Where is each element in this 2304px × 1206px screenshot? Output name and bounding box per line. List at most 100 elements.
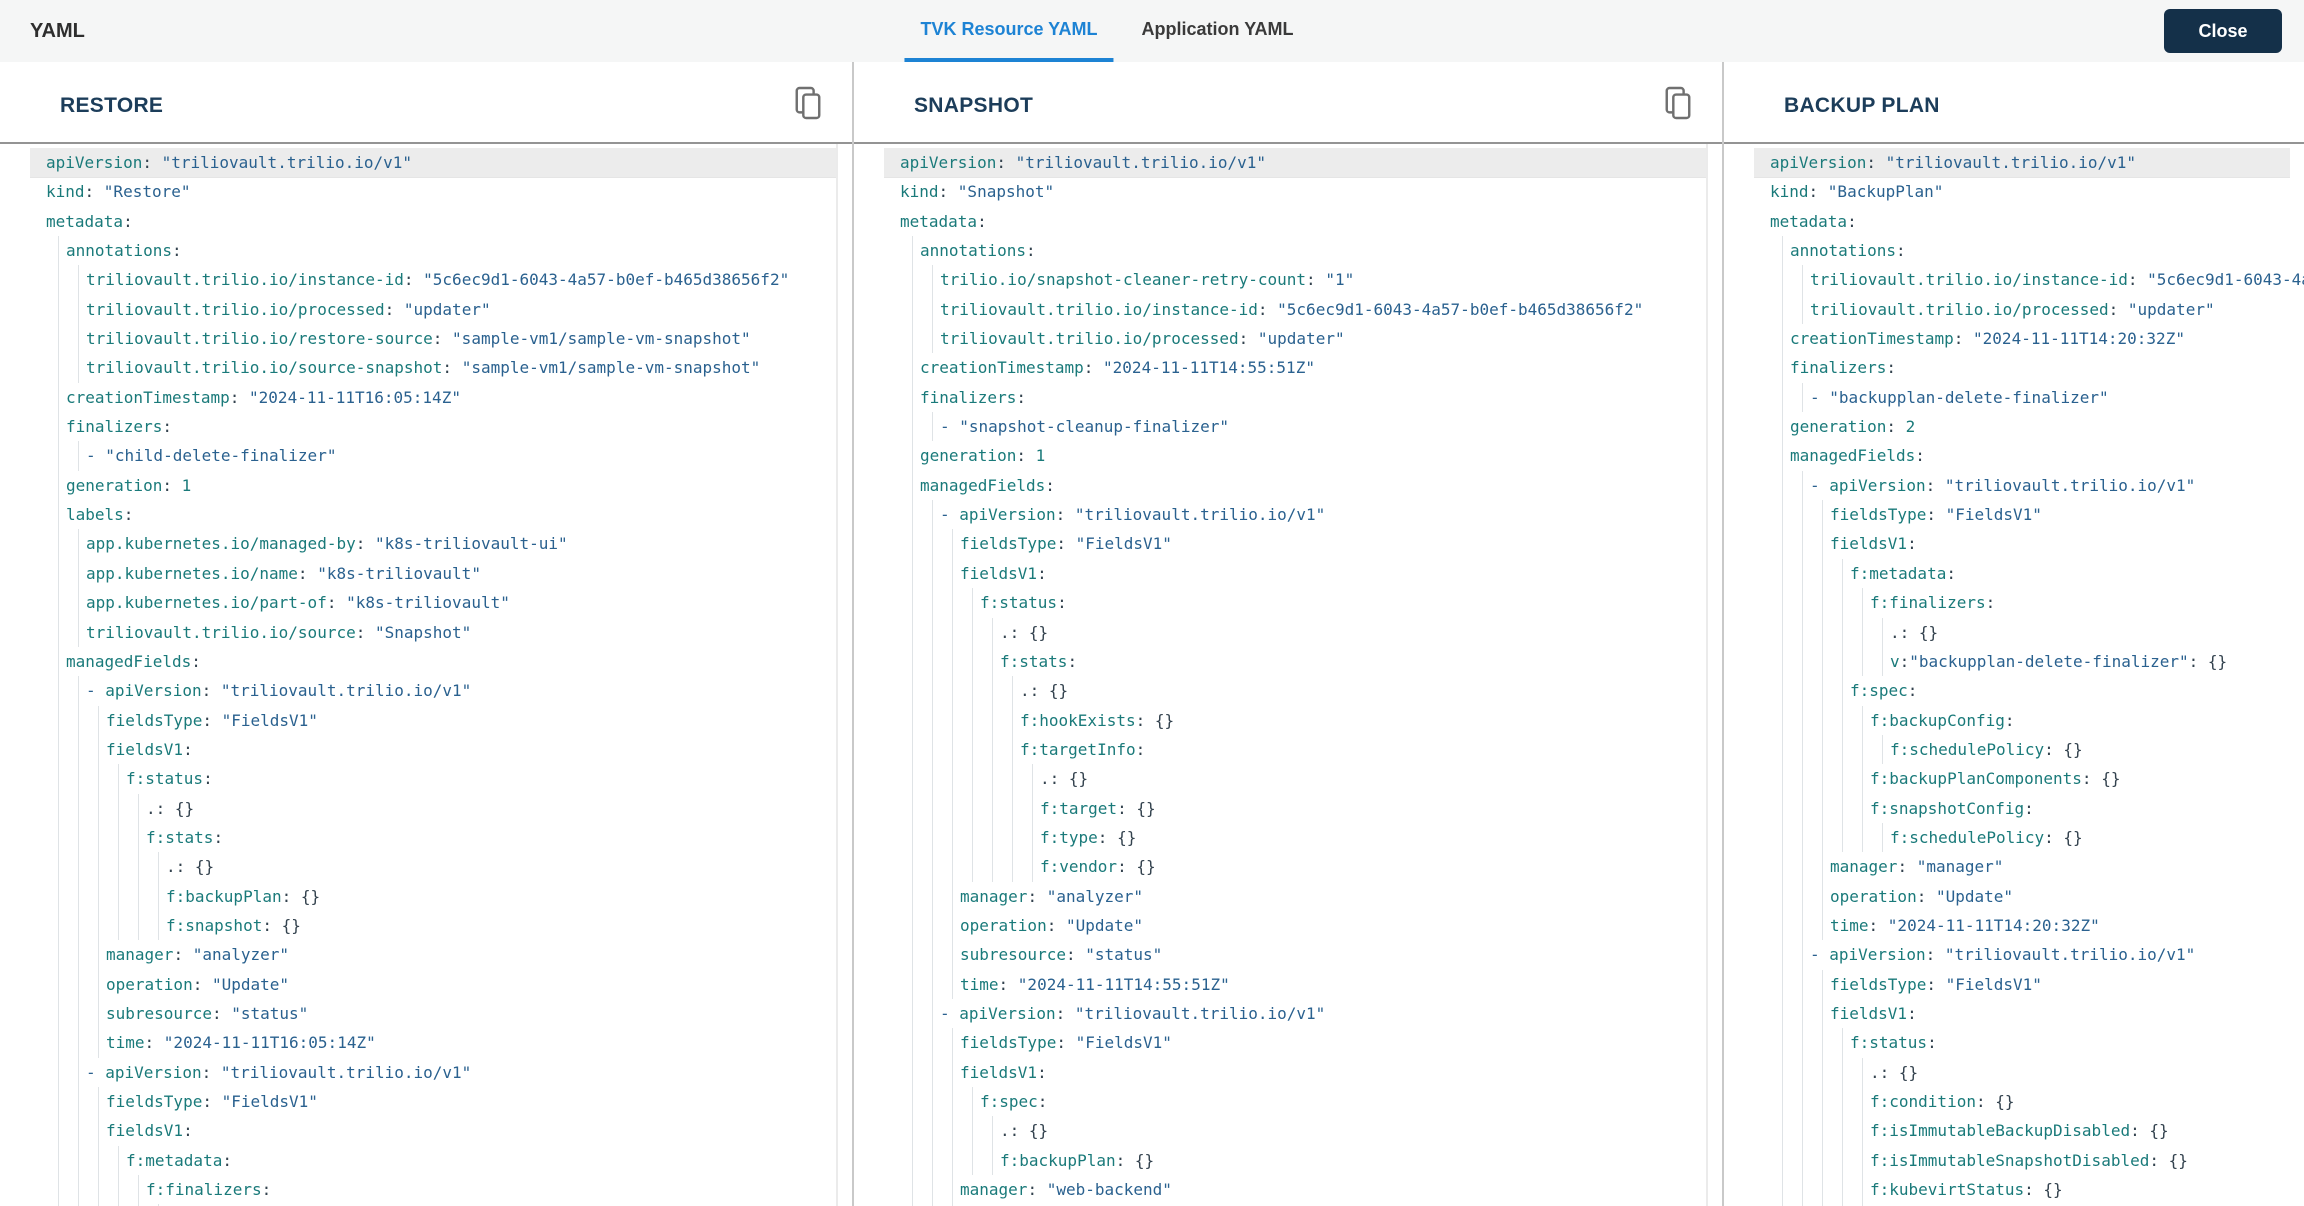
indent-guide [960, 764, 980, 794]
indent-guide [66, 764, 86, 794]
indent-guide [1770, 998, 1790, 1029]
yaml-line: f:vendor: {} [884, 852, 1708, 882]
yaml-line: fieldsV1: [1754, 998, 2290, 1029]
indent-guide [1000, 822, 1020, 853]
indent-guide [1770, 764, 1790, 794]
indent-guide [86, 822, 106, 853]
indent-guide [106, 910, 126, 941]
indent-guide [86, 910, 106, 941]
indent-guide [920, 998, 940, 1029]
indent-guide [1770, 910, 1790, 941]
indent-guide [1790, 734, 1810, 765]
yaml-line: .: {} [884, 676, 1708, 706]
indent-guide [1810, 764, 1830, 794]
indent-guide [46, 764, 66, 794]
indent-guide [1770, 500, 1790, 530]
indent-guide [46, 588, 66, 618]
scrollbar-track[interactable] [836, 144, 838, 1206]
indent-guide [1850, 1116, 1870, 1146]
yaml-line: - "backupplan-delete-finalizer" [1754, 382, 2290, 413]
yaml-line: f:status: [30, 764, 838, 794]
indent-guide [1000, 793, 1020, 823]
yaml-line: f:stats: [30, 822, 838, 853]
tab-group: TVK Resource YAML Application YAML [904, 0, 1309, 62]
indent-guide [1850, 1145, 1870, 1176]
indent-guide [86, 705, 106, 735]
indent-guide [1850, 764, 1870, 794]
yaml-content-restore[interactable]: apiVersion: "triliovault.trilio.io/v1" ki… [0, 144, 852, 1206]
indent-guide [1850, 1087, 1870, 1117]
yaml-line: finalizers: [884, 382, 1708, 413]
indent-guide [920, 969, 940, 999]
yaml-line: fieldsV1: [884, 1057, 1708, 1087]
panel-snapshot: SNAPSHOT apiVersion: "triliovault.trilio.… [854, 62, 1722, 1206]
indent-guide [66, 969, 86, 999]
indent-guide [46, 1028, 66, 1058]
yaml-content-backup-plan[interactable]: apiVersion: "triliovault.trilio.io/v1" ki… [1724, 144, 2304, 1206]
yaml-line: fieldsType: "FieldsV1" [1754, 969, 2290, 999]
tab-tvk-resource-yaml[interactable]: TVK Resource YAML [904, 0, 1114, 62]
indent-guide [1770, 412, 1790, 442]
yaml-lines: apiVersion: "triliovault.trilio.io/v1" ki… [1754, 144, 2304, 1206]
yaml-line: f:backupPlan: {} [30, 881, 838, 911]
indent-guide [1770, 324, 1790, 354]
yaml-content-snapshot[interactable]: apiVersion: "triliovault.trilio.io/v1" ki… [854, 144, 1722, 1206]
yaml-line: app.kubernetes.io/name: "k8s-triliovault… [30, 558, 838, 589]
indent-guide [1830, 793, 1850, 823]
indent-guide [46, 412, 66, 442]
yaml-line: time: "2024-11-11T14:55:51Z" [884, 969, 1708, 999]
tab-application-yaml[interactable]: Application YAML [1126, 0, 1310, 62]
indent-guide [66, 617, 86, 647]
indent-guide [1790, 764, 1810, 794]
indent-guide [1850, 588, 1870, 618]
yaml-line: metadata: [46, 211, 133, 231]
yaml-line: triliovault.trilio.io/processed: "update… [884, 324, 1708, 354]
indent-guide [66, 734, 86, 765]
copy-yaml-button-snapshot[interactable] [1660, 84, 1696, 124]
indent-guide [900, 500, 920, 530]
indent-guide [900, 881, 920, 911]
indent-guide [66, 353, 86, 383]
indent-guide [920, 529, 940, 559]
yaml-line: fieldsType: "FieldsV1" [884, 529, 1708, 559]
yaml-line: labels: [30, 500, 838, 530]
indent-guide [920, 734, 940, 765]
indent-guide [900, 1057, 920, 1087]
indent-guide [66, 1116, 86, 1146]
indent-guide [86, 764, 106, 794]
yaml-line: triliovault.trilio.io/processed: "update… [1754, 294, 2290, 325]
yaml-line: generation: 1 [30, 470, 838, 501]
indent-guide [900, 382, 920, 413]
indent-guide [940, 764, 960, 794]
indent-guide [1830, 617, 1850, 647]
indent-guide [1830, 646, 1850, 677]
indent-guide [900, 764, 920, 794]
indent-guide [46, 881, 66, 911]
yaml-line: v:"backupplan-delete-finalizer": {} [1754, 646, 2290, 677]
copy-yaml-button-restore[interactable] [790, 84, 826, 124]
yaml-line: - apiVersion: "triliovault.trilio.io/v1" [884, 998, 1708, 1029]
indent-guide [1770, 1145, 1790, 1176]
indent-guide [86, 1087, 106, 1117]
yaml-line: kind: "Snapshot" [900, 182, 1055, 202]
yaml-line: trilio.io/snapshot-cleaner-retry-count: … [884, 265, 1708, 295]
yaml-line: kind: "Restore" [46, 182, 191, 202]
indent-guide [46, 1087, 66, 1117]
indent-guide [1790, 470, 1810, 501]
indent-guide [920, 324, 940, 354]
indent-guide [1810, 558, 1830, 589]
indent-guide [920, 793, 940, 823]
indent-guide [1000, 705, 1020, 735]
copy-icon [1663, 86, 1693, 124]
indent-guide [66, 1175, 86, 1205]
indent-guide [1770, 1028, 1790, 1058]
indent-guide [920, 940, 940, 970]
scrollbar-track[interactable] [1706, 144, 1708, 1206]
yaml-line: apiVersion: "triliovault.trilio.io/v1" [30, 148, 838, 178]
indent-guide [900, 236, 920, 266]
indent-guide [1850, 734, 1870, 765]
indent-guide [1850, 793, 1870, 823]
indent-guide [1830, 676, 1850, 706]
indent-guide [106, 764, 126, 794]
close-button[interactable]: Close [2164, 9, 2282, 53]
